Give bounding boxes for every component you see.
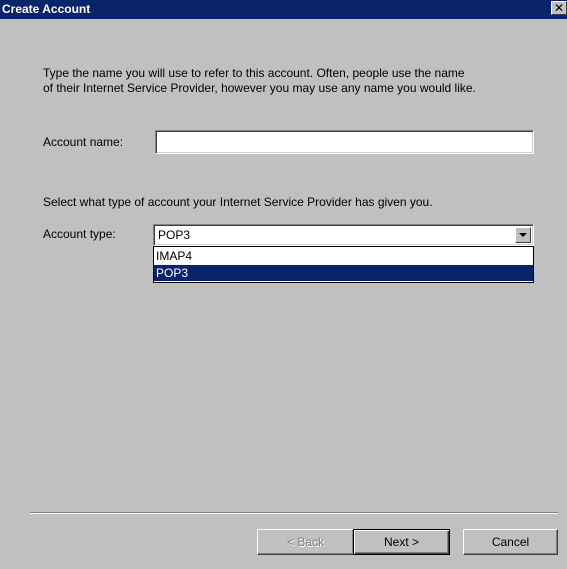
account-type-value: POP3 <box>158 228 191 242</box>
dropdown-option-imap4[interactable]: IMAP4 <box>154 248 533 264</box>
account-name-input[interactable] <box>155 130 534 154</box>
close-icon: ✕ <box>553 1 565 15</box>
dropdown-option-pop3[interactable]: POP3 <box>154 265 533 281</box>
intro-line-1: Type the name you will use to refer to t… <box>43 66 465 80</box>
next-button[interactable]: Next > <box>353 529 450 555</box>
account-type-dropdown-list: IMAP4 POP3 <box>153 246 534 283</box>
back-button[interactable]: < Back <box>257 529 354 555</box>
chevron-down-icon <box>519 233 527 237</box>
account-name-label: Account name: <box>43 135 124 149</box>
cancel-button[interactable]: Cancel <box>463 529 558 555</box>
create-account-dialog: Create Account ✕ Type the name you will … <box>0 0 567 569</box>
account-type-prompt: Select what type of account your Interne… <box>43 195 433 209</box>
separator-line <box>30 512 558 514</box>
title-bar: Create Account ✕ <box>0 0 567 19</box>
close-button[interactable]: ✕ <box>551 1 567 15</box>
dropdown-arrow-button[interactable] <box>515 227 531 243</box>
window-title: Create Account <box>2 2 91 16</box>
account-type-select[interactable]: POP3 <box>153 224 534 246</box>
account-type-label: Account type: <box>43 227 116 241</box>
intro-line-2: of their Internet Service Provider, howe… <box>43 81 476 95</box>
intro-text: Type the name you will use to refer to t… <box>43 66 543 96</box>
